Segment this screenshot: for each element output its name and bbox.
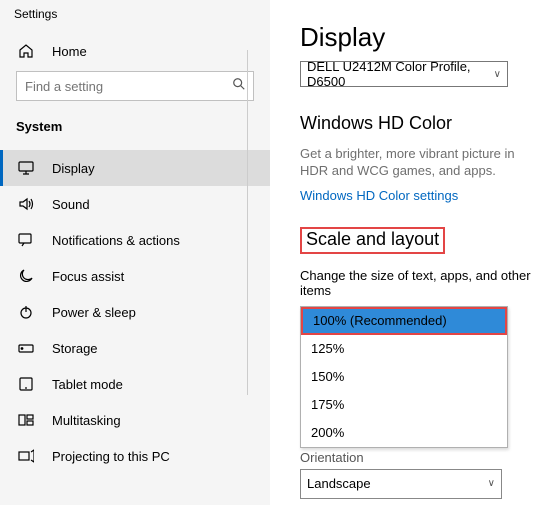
sidebar-item-projecting[interactable]: Projecting to this PC	[0, 438, 270, 474]
sidebar-item-label: Storage	[52, 341, 98, 356]
sidebar-item-storage[interactable]: Storage	[0, 330, 270, 366]
page-title: Display	[300, 22, 536, 53]
sidebar-item-label: Display	[52, 161, 95, 176]
hd-color-heading: Windows HD Color	[300, 113, 536, 134]
color-profile-value: DELL U2412M Color Profile, D6500	[307, 59, 494, 89]
sidebar-item-label: Power & sleep	[52, 305, 136, 320]
projecting-icon	[18, 449, 40, 463]
sidebar-item-label: Notifications & actions	[52, 233, 180, 248]
orientation-label: Orientation	[300, 450, 536, 465]
sidebar-item-power[interactable]: Power & sleep	[0, 294, 270, 330]
chevron-down-icon: ∨	[494, 69, 501, 80]
scale-option-100[interactable]: 100% (Recommended)	[301, 307, 507, 335]
sidebar-item-label: Sound	[52, 197, 90, 212]
sidebar-item-sound[interactable]: Sound	[0, 186, 270, 222]
sidebar-item-label: Projecting to this PC	[52, 449, 170, 464]
sidebar-item-label: Focus assist	[52, 269, 124, 284]
scale-option-150[interactable]: 150%	[301, 363, 507, 391]
notifications-icon	[18, 233, 40, 247]
scale-layout-heading: Scale and layout	[300, 227, 445, 254]
orientation-value: Landscape	[307, 476, 371, 491]
scale-dropdown[interactable]: 100% (Recommended) 125% 150% 175% 200%	[300, 306, 508, 448]
display-icon	[18, 161, 40, 175]
home-nav[interactable]: Home	[0, 31, 270, 69]
system-nav: Display Sound Notifications & actions Fo…	[0, 150, 270, 505]
focus-assist-icon	[18, 268, 40, 284]
search-icon	[232, 77, 246, 91]
sidebar-item-multitasking[interactable]: Multitasking	[0, 402, 270, 438]
color-profile-combo[interactable]: DELL U2412M Color Profile, D6500 ∨	[300, 61, 508, 87]
sound-icon	[18, 197, 40, 211]
sidebar-item-display[interactable]: Display	[0, 150, 270, 186]
scale-option-175[interactable]: 175%	[301, 391, 507, 419]
home-label: Home	[52, 44, 87, 59]
scale-option-200[interactable]: 200%	[301, 419, 507, 447]
main-content: Display DELL U2412M Color Profile, D6500…	[270, 0, 536, 505]
storage-icon	[18, 341, 40, 355]
hd-color-description: Get a brighter, more vibrant picture in …	[300, 146, 536, 180]
orientation-combo[interactable]: Landscape ∨	[300, 469, 502, 499]
sidebar-item-tablet[interactable]: Tablet mode	[0, 366, 270, 402]
sidebar-scrollbar[interactable]	[247, 50, 248, 395]
scale-option-125[interactable]: 125%	[301, 335, 507, 363]
system-group-header: System	[0, 101, 270, 150]
hd-color-link[interactable]: Windows HD Color settings	[300, 188, 458, 203]
sidebar-item-label: Multitasking	[52, 413, 121, 428]
window-title: Settings	[0, 0, 270, 21]
sidebar-item-label: Tablet mode	[52, 377, 123, 392]
home-icon	[18, 43, 40, 59]
search-input[interactable]	[16, 71, 254, 101]
tablet-icon	[18, 377, 40, 391]
chevron-down-icon: ∨	[488, 478, 495, 489]
sidebar-item-focus-assist[interactable]: Focus assist	[0, 258, 270, 294]
power-icon	[18, 304, 40, 320]
settings-sidebar: Settings Home System Dis	[0, 0, 270, 505]
scale-caption: Change the size of text, apps, and other…	[300, 268, 536, 298]
sidebar-item-notifications[interactable]: Notifications & actions	[0, 222, 270, 258]
multitasking-icon	[18, 413, 40, 427]
